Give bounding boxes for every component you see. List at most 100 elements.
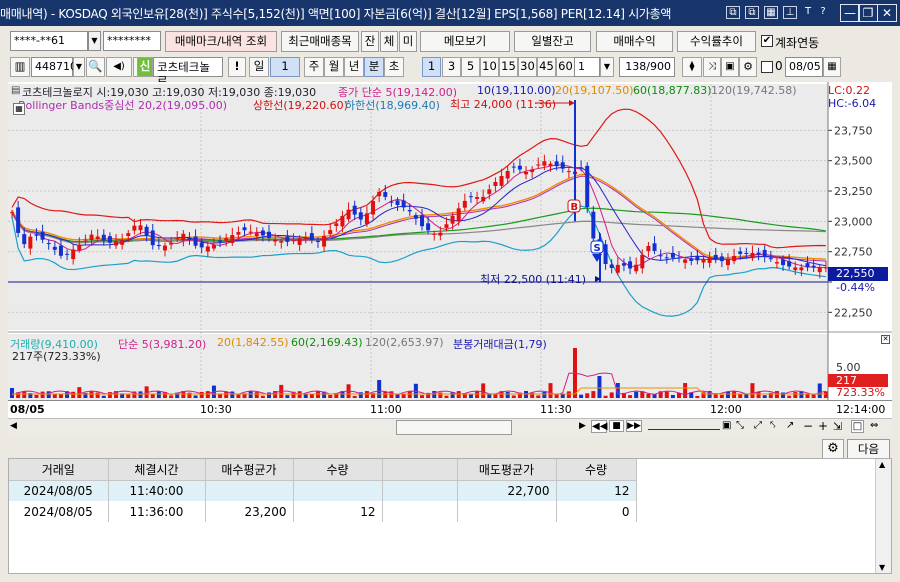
table-view-icon[interactable]: ▦ — [13, 103, 25, 115]
interval-60-button[interactable]: 60 — [556, 57, 575, 77]
compare-icon[interactable]: ⤨ — [703, 57, 721, 77]
period-second-button[interactable]: 초 — [384, 57, 404, 77]
minimize-button[interactable]: — — [840, 4, 860, 22]
line-tool-icon[interactable]: ⤢ — [754, 420, 762, 431]
period-number-select[interactable]: 1 — [270, 57, 300, 77]
candle-body — [462, 200, 467, 208]
period-month-button[interactable]: 월 — [324, 57, 344, 77]
fit-icon[interactable]: ⇔ — [870, 420, 878, 431]
col-sell-qty[interactable]: 수량 — [556, 459, 637, 481]
stock-code-field[interactable]: 448710 — [31, 57, 77, 77]
password-field[interactable]: ******** — [103, 31, 161, 51]
scroll-up-icon[interactable]: ▲ — [879, 460, 885, 469]
count-field[interactable]: 138/900 — [619, 57, 675, 77]
rewind-icon[interactable]: ◀◀ — [591, 420, 607, 433]
next-button[interactable]: 다음 — [847, 439, 890, 459]
candle-body — [114, 241, 119, 246]
zoom-slider[interactable] — [648, 420, 720, 430]
interval-1-button[interactable]: 1 — [422, 57, 441, 77]
period-minute-button[interactable]: 분 — [364, 57, 384, 77]
save-icon[interactable]: ▣ — [721, 57, 739, 77]
draw-tool-icon[interactable]: ⤡ — [736, 420, 744, 431]
chart-scroll-bar[interactable]: ◀ ▶ ◀◀ ■ ▶▶ ▣ ⤡ ⤢ ⤣ ↗ − + ⇲ □ ⇔ — [8, 418, 892, 436]
unexecuted-button[interactable]: 미 — [399, 31, 417, 52]
return-trend-button[interactable]: 수익률추이 — [677, 31, 756, 52]
memo-button[interactable]: 메모보기 — [420, 31, 510, 52]
window-copy-icon[interactable]: ⧉ — [745, 6, 759, 19]
restore-button[interactable]: ❐ — [858, 4, 878, 22]
zero-checkbox[interactable] — [761, 61, 773, 73]
scroll-left-icon[interactable]: ◀ — [10, 421, 17, 431]
col-buy-avg[interactable]: 매수평균가 — [205, 459, 294, 481]
play-icon[interactable]: ▶▶ — [626, 420, 642, 432]
calendar-icon[interactable]: ▦ — [823, 57, 841, 77]
candle-body — [303, 237, 308, 239]
grid-icon[interactable]: ▦ — [764, 6, 778, 19]
trade-profit-button[interactable]: 매매수익 — [596, 31, 673, 52]
recent-trades-button[interactable]: 최근매매종목 — [281, 31, 359, 52]
col-exec-time[interactable]: 체결시간 — [108, 459, 206, 481]
trade-mark-button[interactable]: 매매마크/내역 조회 — [165, 31, 277, 52]
scroll-thumb[interactable] — [396, 420, 512, 435]
candle-body — [101, 234, 106, 241]
interval-30-button[interactable]: 30 — [518, 57, 537, 77]
period-day-button[interactable]: 일 — [249, 57, 269, 77]
zoom-out-icon[interactable]: − — [803, 419, 813, 433]
account-dropdown-icon[interactable]: ▼ — [88, 31, 101, 51]
search-icon[interactable]: 🔍 — [86, 57, 105, 77]
help-icon[interactable]: ? — [816, 6, 830, 19]
settings-icon[interactable]: ⚙ — [739, 57, 757, 77]
link-icon[interactable]: ⧉ — [726, 6, 740, 19]
interval-10-button[interactable]: 10 — [480, 57, 499, 77]
stock-name-field[interactable]: 코츠테크놀로 — [153, 57, 223, 88]
stop-icon[interactable]: ■ — [609, 420, 624, 432]
close-volume-icon[interactable]: ✕ — [881, 335, 890, 344]
scroll-down-icon[interactable]: ▼ — [879, 563, 885, 572]
date-field[interactable]: 08/05 — [785, 57, 823, 77]
chart-type-icon[interactable]: ⧫ — [682, 57, 702, 77]
code-dropdown-icon[interactable]: ▼ — [73, 57, 85, 77]
account-link-checkbox[interactable]: ✔ — [761, 35, 773, 47]
font-size-icon[interactable]: T — [801, 6, 815, 19]
zoom-in-icon[interactable]: + — [818, 419, 828, 433]
interval-dropdown-icon[interactable]: ▼ — [600, 57, 614, 77]
table-row[interactable]: 2024/08/05 11:36:00 23,200 12 0 — [9, 501, 637, 522]
interval-5-button[interactable]: 5 — [461, 57, 480, 77]
col-buy-qty[interactable]: 수량 — [293, 459, 383, 481]
period-week-button[interactable]: 주 — [304, 57, 324, 77]
chart-panel[interactable]: BS 23,750 23,500 23,250 23,000 22,750 22,250 … — [8, 82, 892, 418]
volume-amount-legend: 분봉거래대금(1,79) — [453, 338, 547, 351]
legend-toggle-icon[interactable]: ▤ — [11, 85, 20, 96]
arrow-tool-icon[interactable]: ↗ — [786, 420, 794, 431]
reset-view-icon[interactable]: ⇲ — [833, 420, 842, 433]
account-field[interactable]: ****-**61 — [10, 31, 88, 51]
box-icon[interactable]: □ — [851, 420, 864, 433]
grid-scrollbar[interactable]: ▲ ▼ — [875, 459, 891, 573]
scroll-right-icon[interactable]: ▶ — [579, 421, 586, 431]
period-year-button[interactable]: 년 — [344, 57, 364, 77]
balance-button[interactable]: 잔 — [361, 31, 379, 52]
lc-label: LC:0.22 — [828, 84, 871, 97]
pattern-tool-icon[interactable]: ⤣ — [770, 420, 776, 431]
price-chart[interactable]: B S 23,750 23,500 23,250 23,000 22,750 22,250 — [8, 82, 892, 418]
speaker-icon[interactable]: ◀) — [106, 57, 132, 77]
interval-45-button[interactable]: 45 — [537, 57, 556, 77]
table-row[interactable]: 2024/08/05 11:40:00 22,700 12 — [9, 480, 637, 501]
col-sell-avg[interactable]: 매도평균가 — [457, 459, 557, 481]
col-trade-date[interactable]: 거래일 — [9, 459, 109, 481]
warning-button[interactable]: ! — [228, 57, 246, 77]
interval-custom-field[interactable]: 1 — [574, 57, 600, 77]
candle-body — [144, 226, 149, 236]
close-button[interactable]: ✕ — [877, 4, 897, 22]
time-axis-label: 10:30 — [200, 403, 232, 416]
trade-history-grid[interactable]: 거래일 체결시간 매수평균가 수량 매도평균가 수량 2024/08/05 11… — [8, 458, 892, 574]
daily-balance-button[interactable]: 일별잔고 — [514, 31, 591, 52]
zoom-slider-end-icon[interactable]: ▣ — [722, 420, 731, 431]
grid-settings-icon[interactable]: ⚙ — [822, 439, 844, 459]
executed-button[interactable]: 체 — [380, 31, 398, 52]
interval-3-button[interactable]: 3 — [442, 57, 461, 77]
interval-15-button[interactable]: 15 — [499, 57, 518, 77]
code-search-icon[interactable]: ▥ — [10, 57, 30, 77]
pin-icon[interactable]: ⊥ — [783, 6, 797, 19]
table-header-row: 거래일 체결시간 매수평균가 수량 매도평균가 수량 — [9, 459, 637, 481]
